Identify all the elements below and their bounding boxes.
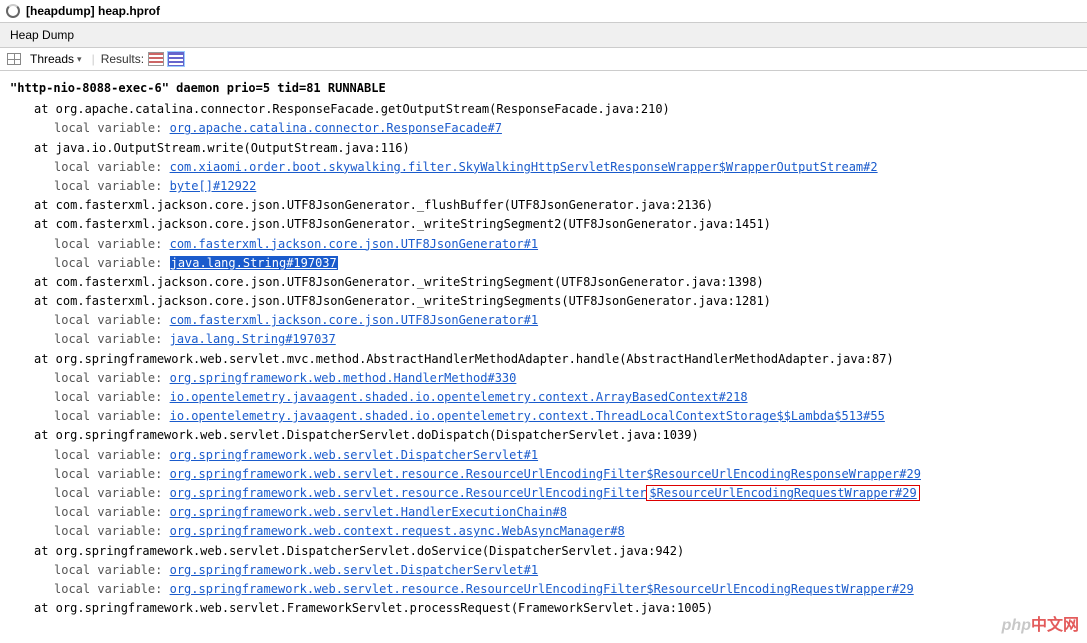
local-variable-label: local variable: <box>54 256 170 270</box>
watermark: php中文网 <box>1002 611 1079 635</box>
local-variable-label: local variable: <box>54 409 170 423</box>
local-variable-label: local variable: <box>54 313 170 327</box>
local-variable-link[interactable]: org.springframework.web.servlet.Dispatch… <box>170 563 538 577</box>
local-variable: local variable: io.opentelemetry.javaage… <box>10 407 1077 426</box>
local-variable: local variable: org.springframework.web.… <box>10 561 1077 580</box>
local-variable-link[interactable]: byte[]#12922 <box>170 179 257 193</box>
stack-frame: at org.springframework.web.servlet.Frame… <box>10 599 1077 618</box>
stack-frame: at com.fasterxml.jackson.core.json.UTF8J… <box>10 273 1077 292</box>
local-variable-label: local variable: <box>54 505 170 519</box>
chevron-down-icon: ▾ <box>77 54 82 65</box>
local-variable-label: local variable: <box>54 332 170 346</box>
window-title: [heapdump] heap.hprof <box>26 4 160 18</box>
toolbar: Threads ▾ | Results: <box>0 48 1087 71</box>
stack-frame: at org.springframework.web.servlet.mvc.m… <box>10 350 1077 369</box>
local-variable: local variable: java.lang.String#197037 <box>10 330 1077 349</box>
local-variable-link[interactable]: io.opentelemetry.javaagent.shaded.io.ope… <box>170 409 885 423</box>
local-variable-label: local variable: <box>54 179 170 193</box>
thread-header: "http-nio-8088-exec-6" daemon prio=5 tid… <box>10 79 1077 98</box>
threads-label: Threads <box>30 52 74 66</box>
thread-dump-content: "http-nio-8088-exec-6" daemon prio=5 tid… <box>0 71 1087 626</box>
stack-frame: at java.io.OutputStream.write(OutputStre… <box>10 139 1077 158</box>
local-variable-label: local variable: <box>54 563 170 577</box>
loading-icon <box>6 4 20 18</box>
local-variable-link[interactable]: java.lang.String#197037 <box>170 256 338 270</box>
local-variable-link[interactable]: org.springframework.web.servlet.resource… <box>170 582 914 596</box>
local-variable: local variable: org.springframework.web.… <box>10 522 1077 541</box>
local-variable-link[interactable]: com.fasterxml.jackson.core.json.UTF8Json… <box>170 237 538 251</box>
local-variable: local variable: byte[]#12922 <box>10 177 1077 196</box>
local-variable-label: local variable: <box>54 121 170 135</box>
local-variable-link[interactable]: $ResourceUrlEncodingRequestWrapper#29 <box>649 486 916 500</box>
local-variable-link[interactable]: org.springframework.web.servlet.Dispatch… <box>170 448 538 462</box>
local-variable-link[interactable]: java.lang.String#197037 <box>170 332 336 346</box>
frames-container: at org.apache.catalina.connector.Respons… <box>10 100 1077 618</box>
local-variable-label: local variable: <box>54 486 170 500</box>
stack-frame: at com.fasterxml.jackson.core.json.UTF8J… <box>10 215 1077 234</box>
stack-frame: at org.apache.catalina.connector.Respons… <box>10 100 1077 119</box>
threads-dropdown[interactable]: Threads ▾ <box>26 51 86 67</box>
local-variable: local variable: org.springframework.web.… <box>10 580 1077 599</box>
local-variable-label: local variable: <box>54 582 170 596</box>
stack-frame: at org.springframework.web.servlet.Dispa… <box>10 542 1077 561</box>
highlighted-reference: $ResourceUrlEncodingRequestWrapper#29 <box>646 485 919 501</box>
local-variable-link[interactable]: org.springframework.web.servlet.HandlerE… <box>170 505 567 519</box>
results-label: Results: <box>101 52 144 66</box>
local-variable-link[interactable]: org.springframework.web.servlet.resource… <box>170 486 647 500</box>
tab-bar: Heap Dump <box>0 23 1087 48</box>
grid-icon[interactable] <box>6 51 22 67</box>
stack-frame: at org.springframework.web.servlet.Dispa… <box>10 426 1077 445</box>
local-variable-link[interactable]: org.springframework.web.servlet.resource… <box>170 467 921 481</box>
local-variable: local variable: com.xiaomi.order.boot.sk… <box>10 158 1077 177</box>
local-variable-link[interactable]: com.fasterxml.jackson.core.json.UTF8Json… <box>170 313 538 327</box>
separator: | <box>92 52 95 66</box>
local-variable: local variable: org.apache.catalina.conn… <box>10 119 1077 138</box>
watermark-php: php <box>1002 617 1031 634</box>
list-view-icon[interactable] <box>168 52 184 66</box>
local-variable-link[interactable]: io.opentelemetry.javaagent.shaded.io.ope… <box>170 390 748 404</box>
local-variable-link[interactable]: org.apache.catalina.connector.ResponseFa… <box>170 121 502 135</box>
local-variable: local variable: org.springframework.web.… <box>10 369 1077 388</box>
title-bar: [heapdump] heap.hprof <box>0 0 1087 23</box>
local-variable-link[interactable]: com.xiaomi.order.boot.skywalking.filter.… <box>170 160 878 174</box>
table-view-icon[interactable] <box>148 52 164 66</box>
local-variable: local variable: java.lang.String#197037 <box>10 254 1077 273</box>
local-variable-label: local variable: <box>54 467 170 481</box>
local-variable-label: local variable: <box>54 448 170 462</box>
local-variable: local variable: com.fasterxml.jackson.co… <box>10 311 1077 330</box>
local-variable-label: local variable: <box>54 390 170 404</box>
local-variable: local variable: org.springframework.web.… <box>10 503 1077 522</box>
stack-frame: at com.fasterxml.jackson.core.json.UTF8J… <box>10 292 1077 311</box>
local-variable-link[interactable]: org.springframework.web.method.HandlerMe… <box>170 371 517 385</box>
local-variable: local variable: com.fasterxml.jackson.co… <box>10 235 1077 254</box>
tab-heap-dump[interactable]: Heap Dump <box>6 26 78 44</box>
local-variable-label: local variable: <box>54 237 170 251</box>
local-variable: local variable: io.opentelemetry.javaage… <box>10 388 1077 407</box>
local-variable-label: local variable: <box>54 371 170 385</box>
stack-frame: at com.fasterxml.jackson.core.json.UTF8J… <box>10 196 1077 215</box>
watermark-cn: 中文网 <box>1031 617 1079 634</box>
local-variable: local variable: org.springframework.web.… <box>10 446 1077 465</box>
local-variable: local variable: org.springframework.web.… <box>10 465 1077 484</box>
local-variable-label: local variable: <box>54 524 170 538</box>
local-variable-label: local variable: <box>54 160 170 174</box>
local-variable-link[interactable]: org.springframework.web.context.request.… <box>170 524 625 538</box>
local-variable: local variable: org.springframework.web.… <box>10 484 1077 503</box>
